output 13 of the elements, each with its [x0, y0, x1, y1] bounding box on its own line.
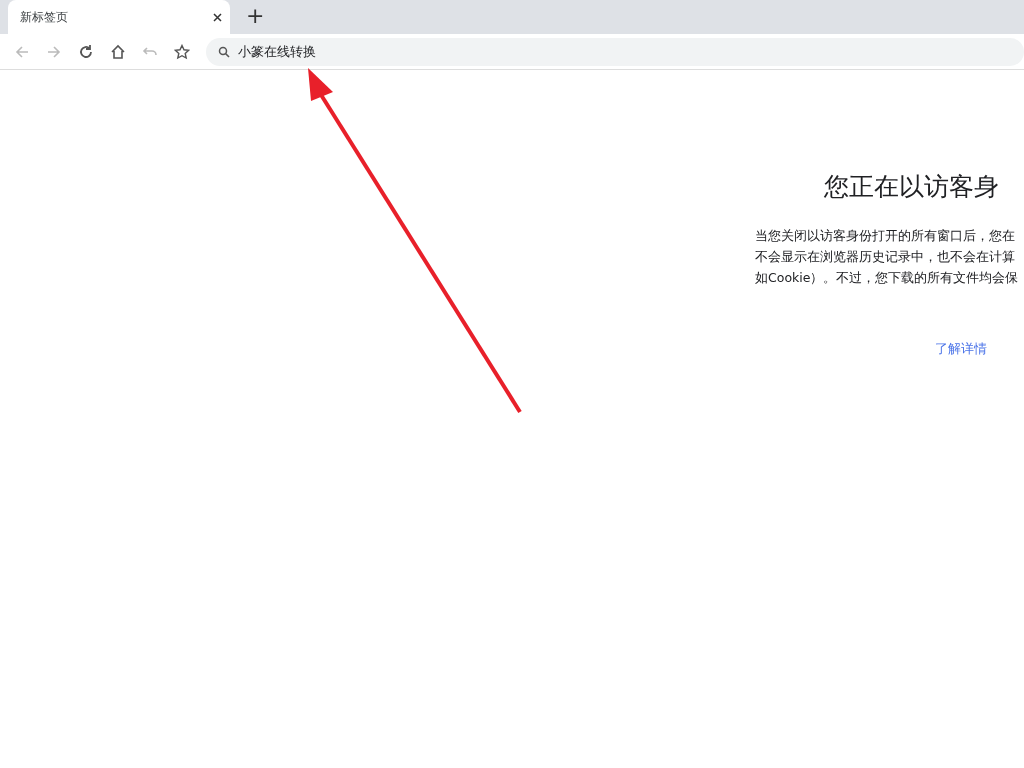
search-icon — [218, 45, 230, 58]
close-icon[interactable] — [213, 12, 222, 22]
page-title: 您正在以访客身 — [824, 171, 1000, 203]
learn-more-link[interactable]: 了解详情 — [935, 340, 987, 358]
description-text: 当您关闭以访客身份打开的所有窗口后，您在 不会显示在浏览器历史记录中，也不会在计算 如Cookie）。不过，您下载的所有文件均会保 — [755, 227, 1020, 287]
new-tab-button[interactable]: + — [246, 5, 265, 27]
address-bar[interactable]: 小篆在线转换 — [206, 37, 1024, 66]
tab[interactable]: 新标签页 — [8, 0, 230, 34]
home-icon[interactable] — [110, 43, 126, 60]
tab-title: 新标签页 — [20, 8, 68, 26]
star-icon[interactable] — [174, 43, 190, 60]
reload-icon[interactable] — [78, 43, 94, 60]
address-text: 小篆在线转换 — [238, 42, 316, 61]
